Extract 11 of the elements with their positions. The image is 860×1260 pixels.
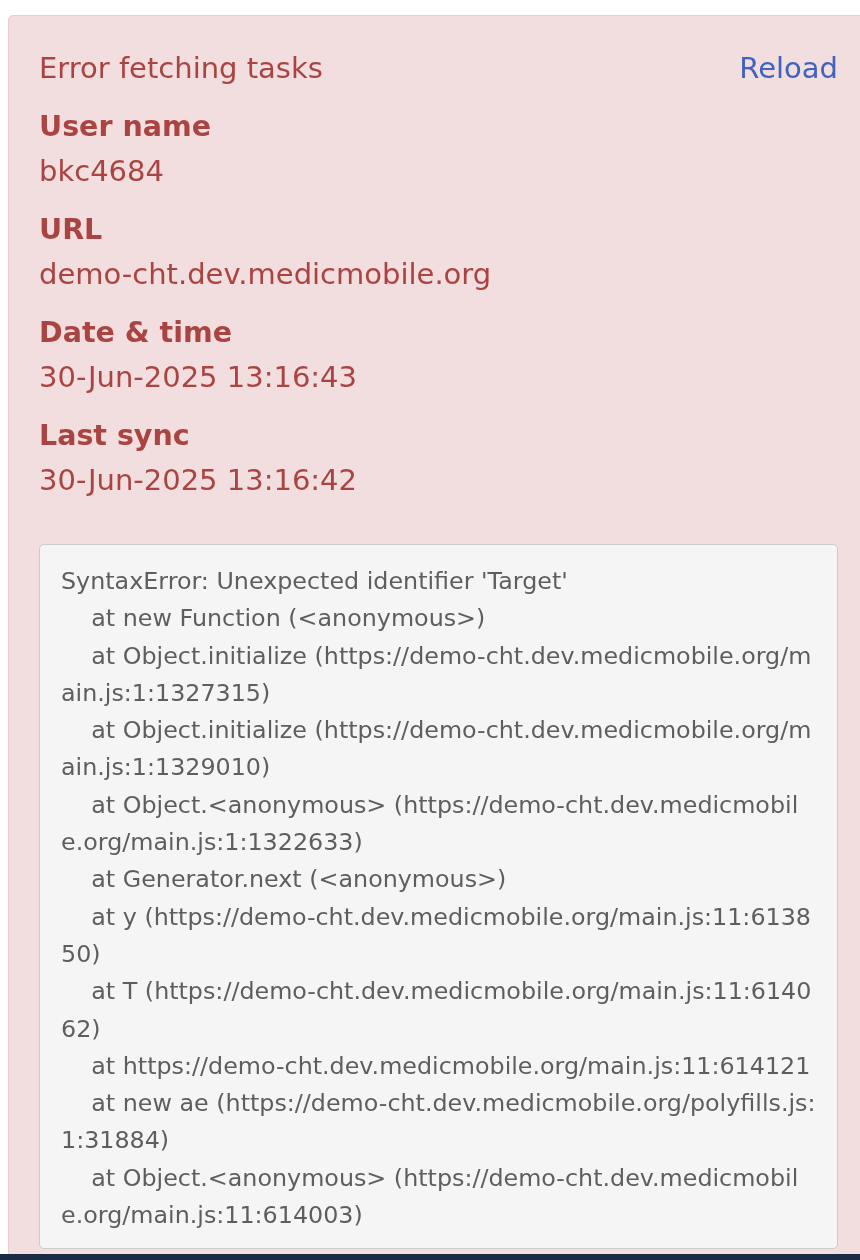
field-value: 30-Jun-2025 13:16:43 <box>39 359 358 396</box>
field-label: User name <box>39 109 211 145</box>
field-value: 30-Jun-2025 13:16:42 <box>39 462 358 499</box>
field-label: Date & time <box>39 315 232 351</box>
field-value: demo-cht.dev.medicmobile.org <box>39 256 492 293</box>
field-value: bkc4684 <box>39 153 164 190</box>
reload-link[interactable]: Reload <box>739 46 838 91</box>
field-label: URL <box>39 212 103 248</box>
field-label: Last sync <box>39 418 190 454</box>
error-title: Error fetching tasks <box>39 50 323 87</box>
stack-trace: SyntaxError: Unexpected identifier 'Target' at new Function (<anonymous>) at Object.initialize (https://demo-cht.dev.medicmobile.org/main.js:1:1327315) at Object.initialize (https://demo-cht.dev.medicmobile.org/main.js:1:1329010) at Object.<anonymous> (https://demo-cht.dev.medicmobile.org/main.js:1:1322633) at Generator.next (<anonymous>) at y (https://demo-cht.dev.medicmobile.org/main.js:11:613850) at T (https://demo-cht.dev.medicmobile.org/main.js:11:614062) at https://demo-cht.dev.medicmobile.org/main.js:11:614121 at new ae (https://demo-cht.dev.medicmobile.org/polyfills.js:1:31884) at Object.<anonymous> (https://demo-cht.dev.medicmobile.org/main.js:11:614003) <box>39 544 838 1250</box>
